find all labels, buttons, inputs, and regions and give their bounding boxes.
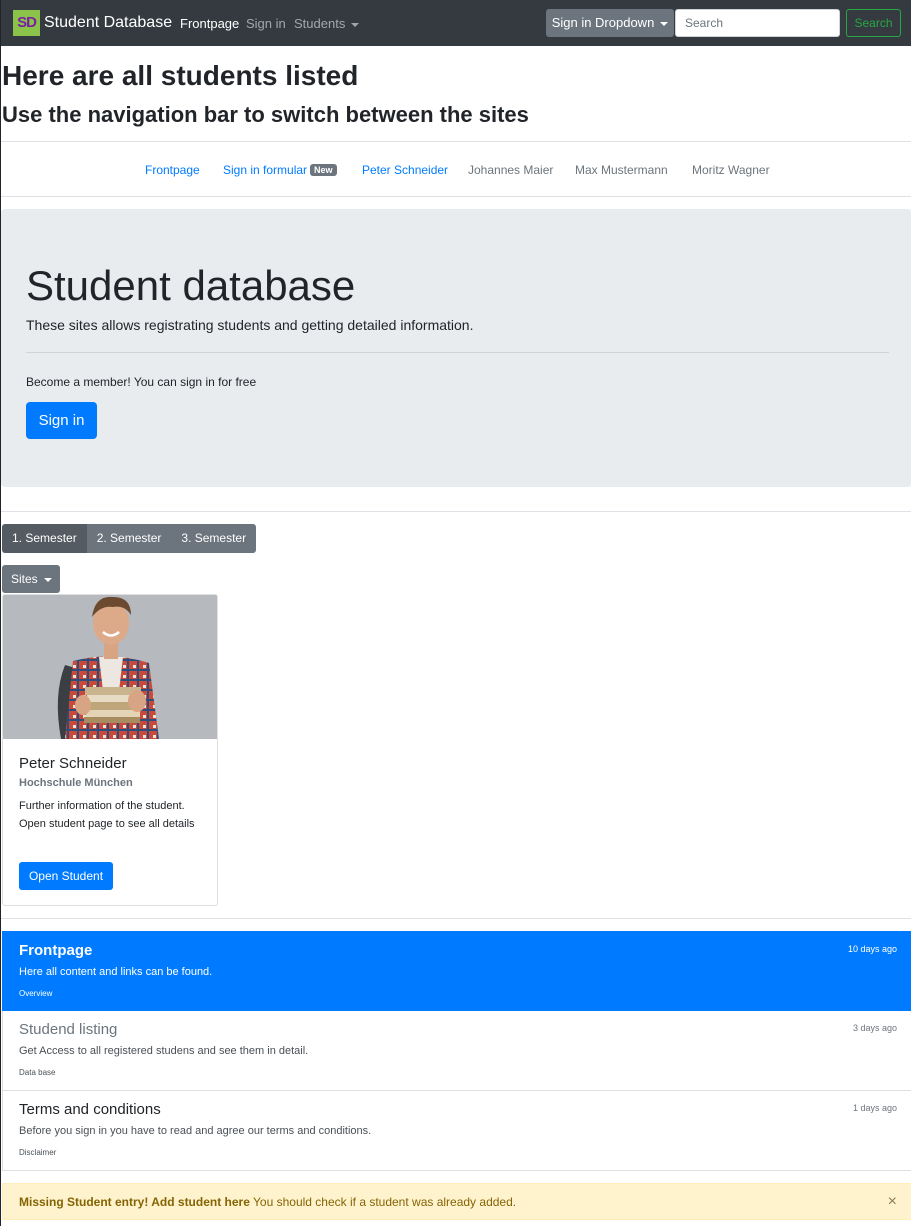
alert-text: You should check if a student was alread… (249, 1195, 517, 1209)
jumbotron-text: Become a member! You can sign in for fre… (26, 375, 257, 389)
list-item-terms[interactable]: Terms and conditions 1 days ago Before y… (2, 1091, 911, 1171)
sites-list: Frontpage 10 days ago Here all content a… (2, 931, 911, 1171)
nav-students-dropdown[interactable]: Students (294, 16, 360, 31)
brand-link[interactable]: SD Student Database (13, 10, 172, 36)
subnav-sign-in-formular[interactable]: Sign in formular New (223, 163, 337, 177)
list-item-note: Disclaimer (19, 1148, 57, 1157)
list-item-student-listing[interactable]: Studend listing 3 days ago Get Access to… (2, 1011, 911, 1091)
open-student-button[interactable]: Open Student (19, 862, 113, 890)
subnav-frontpage[interactable]: Frontpage (145, 163, 200, 177)
sign-in-dropdown-label: Sign in Dropdown (551, 15, 655, 30)
jumbotron: Student database These sites allows regi… (1, 209, 911, 487)
subnav-sign-in-label: Sign in formular (223, 163, 308, 177)
student-photo-illustration (3, 595, 217, 739)
semester-3-button[interactable]: 3. Semester (171, 524, 257, 553)
list-item-description: Before you sign in you have to read and … (19, 1125, 372, 1137)
alert-strong-text[interactable]: Missing Student entry! Add student here (19, 1195, 250, 1209)
divider (1, 141, 911, 142)
subnav-max-mustermann[interactable]: Max Mustermann (575, 163, 668, 177)
subnav-moritz-wagner[interactable]: Moritz Wagner (692, 163, 770, 177)
semester-1-button[interactable]: 1. Semester (2, 524, 87, 553)
jumbotron-lead: These sites allows registrating students… (26, 317, 474, 333)
semester-button-group: 1. Semester 2. Semester 3. Semester (2, 524, 257, 553)
nav-sign-in[interactable]: Sign in (246, 16, 286, 31)
page-subtitle: Use the navigation bar to switch between… (2, 102, 529, 127)
divider (1, 511, 911, 512)
subnav-johannes-maier[interactable]: Johannes Maier (468, 163, 553, 177)
student-card: Peter Schneider Hochschule München Furth… (2, 594, 218, 906)
list-item-frontpage[interactable]: Frontpage 10 days ago Here all content a… (2, 931, 911, 1011)
divider (1, 918, 911, 919)
chevron-down-icon (43, 577, 52, 582)
page-title: Here are all students listed (2, 60, 359, 91)
list-item-description: Get Access to all registered studens and… (19, 1045, 309, 1057)
brand-logo-icon: SD (13, 10, 40, 36)
divider (1, 196, 911, 197)
list-item-description: Here all content and links can be found. (19, 966, 213, 978)
student-photo (3, 595, 217, 739)
list-item-note: Overview (19, 989, 53, 998)
sites-dropdown-button[interactable]: Sites (2, 565, 60, 593)
semester-2-button[interactable]: 2. Semester (86, 524, 172, 553)
nav-students-label: Students (294, 16, 346, 31)
list-item-time: 1 days ago (852, 1103, 897, 1113)
list-item-title: Frontpage (19, 942, 93, 959)
warning-alert: Missing Student entry! Add student here … (2, 1183, 911, 1220)
list-item-title: Terms and conditions (19, 1101, 161, 1118)
jumbotron-title: Student database (26, 262, 356, 309)
jumbotron-sign-in-button[interactable]: Sign in (26, 402, 97, 439)
sites-dropdown-label: Sites (11, 572, 38, 586)
subnav-peter-schneider[interactable]: Peter Schneider (362, 163, 448, 177)
search-input[interactable] (675, 9, 840, 37)
list-item-note: Data base (19, 1068, 56, 1077)
list-item-time: 10 days ago (847, 944, 897, 954)
close-icon[interactable]: × (888, 1184, 897, 1220)
chevron-down-icon (660, 21, 669, 26)
new-badge: New (310, 164, 337, 176)
nav-frontpage[interactable]: Frontpage (180, 16, 239, 31)
chevron-down-icon (351, 22, 360, 27)
card-title: Peter Schneider (19, 755, 127, 772)
search-button[interactable]: Search (846, 9, 901, 37)
list-item-time: 3 days ago (852, 1023, 897, 1033)
jumbotron-divider (26, 352, 889, 353)
navbar: SD Student Database Frontpage Sign in St… (1, 0, 911, 46)
list-item-title: Studend listing (19, 1021, 118, 1038)
brand-name: Student Database (44, 14, 173, 31)
card-subtitle: Hochschule München (19, 777, 133, 789)
card-text: Further information of the student. Open… (19, 800, 195, 830)
sign-in-dropdown-button[interactable]: Sign in Dropdown (546, 9, 674, 37)
